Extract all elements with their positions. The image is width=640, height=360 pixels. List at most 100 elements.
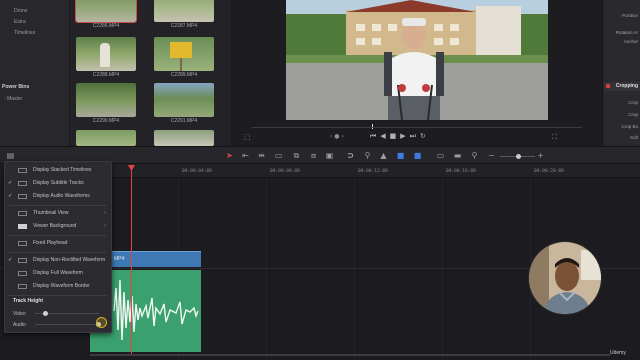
waveform-border-icon [18,284,27,289]
udemy-watermark: Udemy [610,350,626,356]
clip-thumbnail[interactable]: C2287.MP4 [154,0,214,29]
clip-thumbnail[interactable] [76,130,136,146]
menu-item-display-subtitle-tracks[interactable]: ✓ Display Subtitle Tracks [5,178,111,189]
clip-thumbnail[interactable]: C2288.MP4 [76,37,136,78]
clip-name: C2287.MP4 [170,23,198,29]
clip-thumbnail[interactable] [154,130,214,146]
checkmark-icon: ✓ [8,180,13,186]
video-frame[interactable] [286,0,548,120]
timecode-label: 00:00:16:00 [446,169,476,174]
timecode-label: 00:00:08:00 [270,169,300,174]
dynamic-trim-icon[interactable]: ⇹ [257,151,266,160]
trim-tool-icon[interactable]: ⇤ [241,151,250,160]
timecode-label: 00:00:20:00 [534,169,564,174]
detail-zoom-icon[interactable]: ▬ [453,151,462,160]
bin-item-master[interactable]: › Master [4,96,22,102]
cropping-section-header[interactable]: Cropping [604,82,640,91]
menu-item-display-waveform-border[interactable]: Display Waveform Border [5,281,111,292]
checkmark-icon: ✓ [8,257,13,263]
webcam-overlay [528,241,602,315]
menu-item-label: Display Full Waveform [33,270,83,276]
viewer-options-icon[interactable]: ⬚ [244,133,251,141]
fullscreen-icon[interactable]: ⛶ [552,133,557,142]
menu-item-display-stacked-timelines[interactable]: Display Stacked Timelines [5,165,111,176]
audio-height-slider[interactable] [35,322,101,327]
bin-item-drone[interactable]: Drone [14,8,28,14]
insert-clip-icon[interactable]: ⧉ [292,151,301,160]
bin-item-extra[interactable]: Extra [14,19,26,25]
section-title: Cropping [615,83,638,89]
selection-tool-icon[interactable]: ➤ [225,151,234,160]
clip-thumbnail[interactable]: C2289.MP4 [154,37,214,78]
menu-divider [9,205,107,206]
clip-thumbnail[interactable]: C2286.MP4 [75,0,137,29]
menu-divider [9,235,107,236]
full-waveform-icon [18,271,27,276]
playhead-line [131,170,132,354]
bin-item-timelines[interactable]: Timelines [14,30,35,36]
track-height-title: Track Height [13,298,44,304]
snapping-icon[interactable]: ⊃ [346,151,355,160]
menu-item-label: Display Non-Rectified Waveform [33,257,106,263]
clip-name: C2288.MP4 [92,72,120,78]
menu-item-label: Display Audio Waveforms [33,193,90,199]
audio-height-label: Audio [13,322,26,328]
menu-item-display-audio-waveforms[interactable]: ✓ Display Audio Waveforms [5,191,111,202]
stacked-timelines-icon [18,168,27,173]
marker-icon[interactable]: ■ [413,151,422,160]
menu-divider [9,295,107,296]
blade-tool-icon[interactable]: ▭ [274,151,283,160]
checkmark-icon: ✓ [8,193,13,199]
overwrite-clip-icon[interactable]: ⧈ [309,151,318,160]
linked-selection-icon[interactable]: ⚲ [363,151,372,160]
menu-item-display-non-rectified-waveform[interactable]: ✓ Display Non-Rectified Waveform [5,255,111,266]
video-height-slider[interactable] [35,311,99,316]
inspector-label: Crop [628,112,638,117]
lock-icon[interactable]: ▲ [379,151,388,160]
menu-item-thumbnail-view[interactable]: Thumbnail View › [5,208,111,219]
inspector-label: Crop [628,100,638,105]
video-image [286,0,548,120]
timecode-label: 00:00:12:00 [358,169,388,174]
clip-thumbnail[interactable]: C2290.MP4 [76,83,136,124]
viewer-panel: ⬚ ‹ ● › ⏮◀■▶⏭↻ ⛶ [232,0,602,146]
flag-icon[interactable]: ■ [396,151,405,160]
custom-zoom-icon[interactable]: ⚲ [470,151,479,160]
section-toggle-icon[interactable] [606,84,610,88]
bin-item-label: Master [7,96,23,102]
menu-item-label: Display Subtitle Tracks [33,180,84,186]
video-height-slider-handle[interactable] [42,311,48,316]
menu-item-fixed-playhead[interactable]: Fixed Playhead [5,238,111,249]
viewer-background-icon [18,224,27,229]
jog-wheel-icon[interactable]: ‹ ● › [330,133,344,140]
menu-item-display-full-waveform[interactable]: Display Full Waveform [5,268,111,279]
full-extent-zoom-icon[interactable]: ▭ [436,151,445,160]
clip-thumbnail[interactable]: C2291.MP4 [154,83,214,124]
timeline-ruler[interactable]: 00:00:04:00 00:00:08:00 00:00:12:00 00:0… [112,164,640,178]
menu-item-label: Viewer Background [33,223,77,229]
inspector-label: Position [621,13,638,18]
horizontal-scrollbar[interactable] [90,354,610,356]
menu-item-label: Fixed Playhead [33,240,68,246]
audio-waveforms-icon [18,194,27,199]
chevron-right-icon: › [104,223,106,229]
inspector-panel: Position Rotation Ar Anchor Cropping Cro… [602,0,640,146]
chevron-right-icon: › [4,96,6,102]
clip-name: C2291.MP4 [170,118,198,124]
subtitle-tracks-icon [18,181,27,186]
bin-list-panel: Drone Extra Timelines Power Bins › Maste… [0,0,70,146]
clip-label: MP4 [114,256,125,262]
timeline-view-options-menu: Display Stacked Timelines ✓ Display Subt… [4,161,112,333]
viewer-scrubber[interactable] [252,127,582,128]
timecode-label: 00:00:04:00 [182,169,212,174]
zoom-in-icon[interactable]: + [536,151,545,160]
zoom-out-icon[interactable]: − [487,151,496,160]
timeline-view-options-icon[interactable]: ▤ [6,151,15,160]
zoom-slider-handle[interactable] [516,154,521,159]
media-pool: C2286.MP4 C2287.MP4 C2288.MP4 C2289.MP4 … [70,0,232,146]
transport-controls[interactable]: ⏮◀■▶⏭↻ [370,132,430,141]
menu-item-label: Display Waveform Border [33,283,90,289]
replace-clip-icon[interactable]: ▣ [325,151,334,160]
inspector-label: Crop Bo [621,124,638,129]
menu-item-viewer-background[interactable]: Viewer Background › [5,221,111,232]
